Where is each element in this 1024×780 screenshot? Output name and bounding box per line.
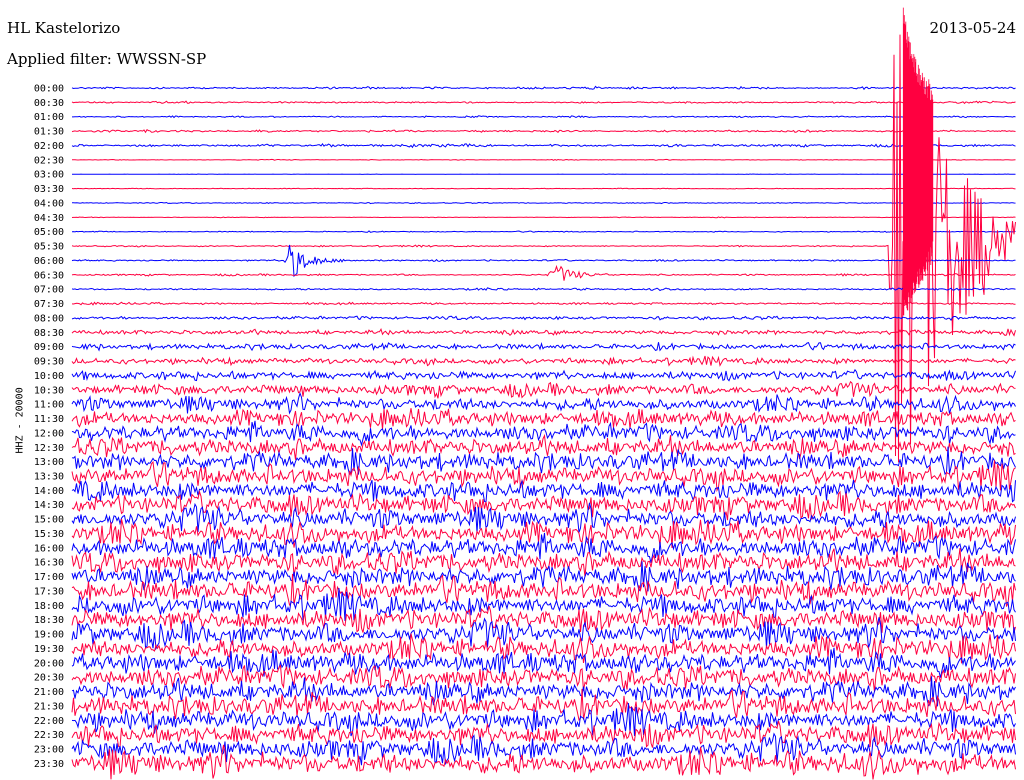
trace-0800	[71, 315, 1016, 321]
trace-0900	[71, 341, 1016, 352]
tick-label-1630: 16:30	[34, 558, 64, 569]
trace-0400	[72, 201, 1016, 205]
tick-label-1200: 12:00	[34, 428, 64, 439]
tick-label-2030: 20:30	[34, 673, 64, 684]
trace-0930	[71, 355, 1016, 367]
tick-label-2300: 23:00	[34, 745, 64, 756]
tick-label-0430: 04:30	[34, 213, 64, 224]
tick-label-0500: 05:00	[34, 227, 64, 238]
tick-label-1830: 18:30	[34, 615, 64, 626]
trace-0230	[71, 158, 1016, 161]
trace-0330	[71, 187, 1016, 190]
trace-2300	[71, 732, 1016, 766]
tick-label-0330: 03:30	[34, 184, 64, 195]
tick-label-1500: 15:00	[34, 515, 64, 526]
trace-0630	[71, 264, 1016, 281]
tick-label-0300: 03:00	[34, 170, 64, 181]
trace-2000	[71, 647, 1016, 678]
tick-label-0830: 08:30	[34, 328, 64, 339]
tick-label-1130: 11:30	[34, 414, 64, 425]
helicorder-plot: 00:00 00:30 01:00 01:30 02:00 02:30 03:00 03:30…	[34, 7, 1016, 780]
trace-0200	[71, 143, 1016, 149]
tick-label-0200: 02:00	[34, 141, 64, 152]
tick-label-1000: 10:00	[34, 371, 64, 382]
filter-label: Applied filter: WWSSN-SP	[7, 50, 207, 68]
tick-label-0930: 09:30	[34, 357, 64, 368]
trace-0130	[71, 129, 1016, 134]
trace-1100	[71, 391, 1016, 415]
seismic-traces	[71, 7, 1016, 780]
tick-label-0030: 00:30	[34, 98, 64, 109]
tick-label-2200: 22:00	[34, 716, 64, 727]
trace-0730	[71, 301, 1016, 306]
tick-label-1900: 19:00	[34, 630, 64, 641]
tick-label-1300: 13:00	[34, 457, 64, 468]
tick-label-0100: 01:00	[34, 112, 64, 123]
tick-label-0400: 04:00	[34, 198, 64, 209]
tick-label-0600: 06:00	[34, 256, 64, 267]
tick-label-2230: 22:30	[34, 730, 64, 741]
tick-label-1330: 13:30	[34, 471, 64, 482]
tick-label-0700: 07:00	[34, 285, 64, 296]
tick-label-1400: 14:00	[34, 486, 64, 497]
tick-label-1600: 16:00	[34, 543, 64, 554]
trace-0530	[71, 34, 1016, 463]
station-name: HL Kastelorizo	[7, 19, 121, 37]
trace-0500	[71, 230, 1016, 233]
trace-1500	[71, 502, 1016, 534]
time-tick-labels: 00:00 00:30 01:00 01:30 02:00 02:30 03:00 03:30…	[34, 84, 64, 770]
trace-1400	[71, 479, 1016, 503]
trace-0030	[71, 100, 1016, 105]
tick-label-2000: 20:00	[34, 658, 64, 669]
trace-0100	[72, 115, 1016, 119]
trace-1030	[71, 380, 1016, 399]
tick-label-1430: 14:30	[34, 500, 64, 511]
tick-label-0800: 08:00	[34, 313, 64, 324]
earthquake-burst	[902, 7, 934, 316]
tick-label-0230: 02:30	[34, 155, 64, 166]
record-date: 2013-05-24	[929, 19, 1016, 37]
trace-1200	[71, 420, 1016, 447]
trace-1000	[71, 368, 1016, 382]
trace-0830	[71, 327, 1016, 337]
tick-label-1700: 17:00	[34, 572, 64, 583]
tick-label-2100: 21:00	[34, 687, 64, 698]
tick-label-0730: 07:30	[34, 299, 64, 310]
tick-label-0130: 01:30	[34, 127, 64, 138]
channel-label: HHZ - 20000	[14, 387, 26, 454]
tick-label-2330: 23:30	[34, 759, 64, 770]
trace-1130	[71, 408, 1016, 430]
tick-label-1030: 10:30	[34, 385, 64, 396]
trace-1300	[71, 446, 1016, 476]
tick-label-0530: 05:30	[34, 242, 64, 253]
trace-0430	[71, 216, 1016, 219]
tick-label-1730: 17:30	[34, 586, 64, 597]
trace-2230	[71, 720, 1016, 748]
tick-label-0900: 09:00	[34, 342, 64, 353]
trace-0000	[71, 85, 1016, 91]
tick-label-1800: 18:00	[34, 601, 64, 612]
tick-label-0630: 06:30	[34, 270, 64, 281]
tick-label-0000: 00:00	[34, 84, 64, 95]
tick-label-1230: 12:30	[34, 443, 64, 454]
tick-label-2130: 21:30	[34, 701, 64, 712]
trace-0700	[71, 287, 1016, 292]
tick-label-1530: 15:30	[34, 529, 64, 540]
tick-label-1100: 11:00	[34, 400, 64, 411]
tick-label-1930: 19:30	[34, 644, 64, 655]
trace-0600	[71, 244, 1016, 278]
